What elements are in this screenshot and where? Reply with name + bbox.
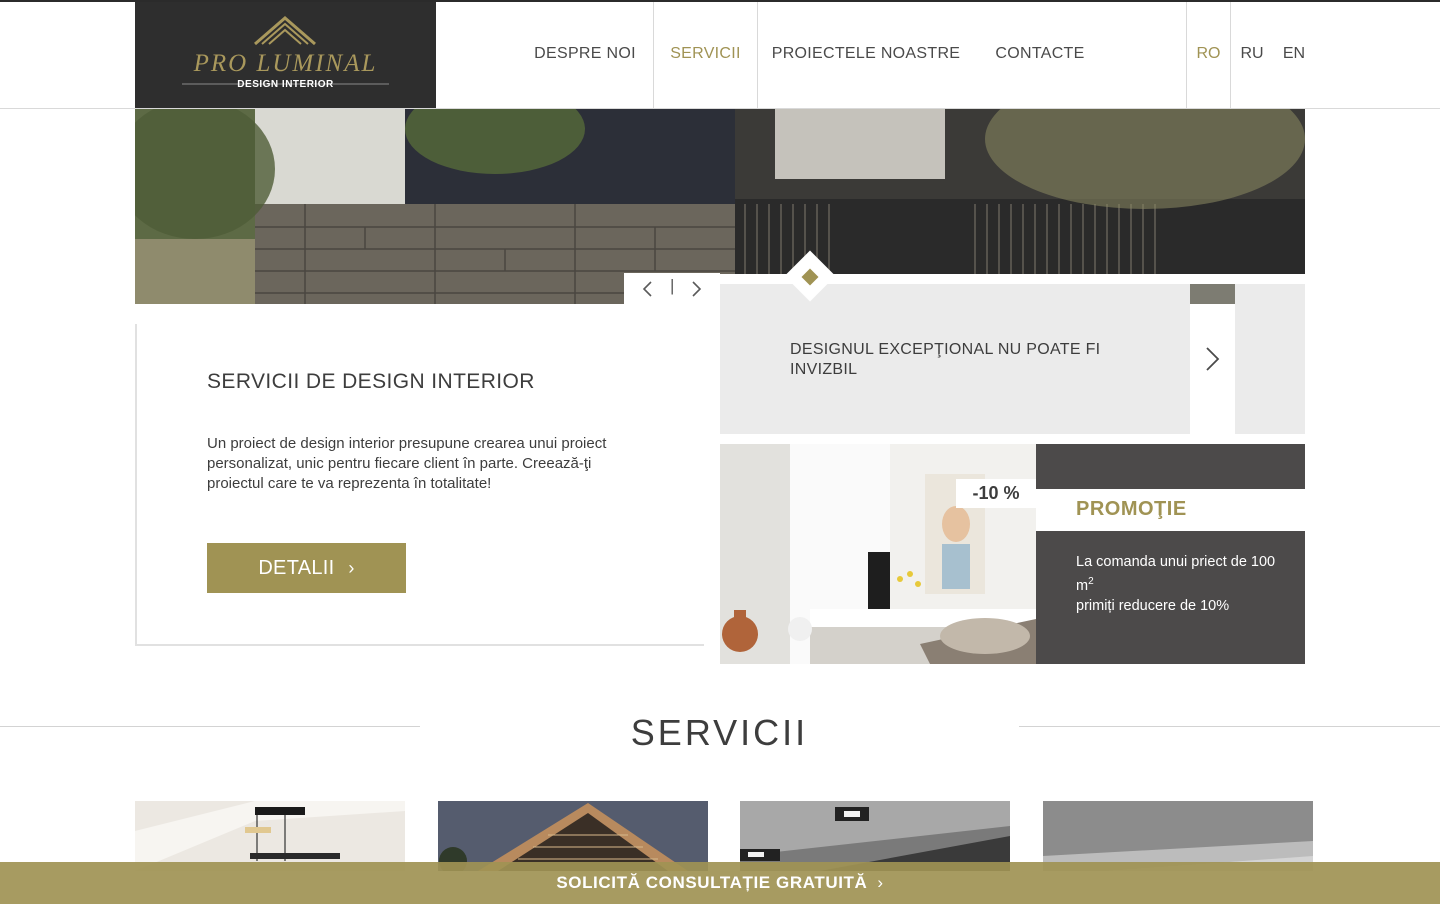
intro-text: Un proiect de design interior presupune …: [207, 435, 607, 492]
promo-line1: La comanda unui priect de 100 m: [1076, 554, 1276, 594]
quote-box: DESIGNUL EXCEPŢIONAL NU POATE FI INVIZBI…: [720, 284, 1190, 434]
section-divider-left: [0, 726, 420, 727]
slider-controls: |: [624, 273, 720, 304]
section-divider-right: [1019, 726, 1440, 727]
service-thumb-ceiling[interactable]: [740, 801, 1010, 871]
details-button-label: DETALII: [258, 557, 335, 579]
lang-ru[interactable]: RU: [1231, 2, 1273, 109]
site-header: PRO LUMINAL DESIGN INTERIOR DESPRE NOI S…: [0, 2, 1440, 109]
nav-despre-noi[interactable]: DESPRE NOI: [518, 2, 652, 109]
promo-title: PROMOŢIE: [1076, 498, 1187, 520]
service-thumb-interior[interactable]: [1043, 801, 1313, 871]
service-thumb-lighting[interactable]: [135, 801, 405, 871]
logo-subtitle: DESIGN INTERIOR: [237, 79, 334, 90]
quote-next-chevron-icon[interactable]: [1198, 342, 1228, 376]
nav-servicii[interactable]: SERVICII: [653, 2, 758, 109]
service-thumb-architecture[interactable]: [438, 801, 708, 871]
intro-title: SERVICII DE DESIGN INTERIOR: [207, 370, 535, 393]
nav-proiectele-noastre[interactable]: PROIECTELE NOASTRE: [758, 2, 974, 109]
promo-header-band: [1036, 444, 1305, 489]
chevron-right-icon: ›: [877, 873, 884, 892]
quote-text: DESIGNUL EXCEPŢIONAL NU POATE FI INVIZBI…: [790, 341, 1101, 378]
consultation-cta-bar[interactable]: SOLICITĂ CONSULTAȚIE GRATUITĂ ›: [0, 862, 1440, 904]
hero-bottom-gap: [866, 274, 1305, 284]
chevron-left-icon[interactable]: [642, 281, 654, 297]
services-section-title: SERVICII: [630, 712, 809, 753]
details-button[interactable]: DETALII ›: [207, 543, 406, 593]
promo-image: [720, 444, 1036, 664]
logo[interactable]: PRO LUMINAL DESIGN INTERIOR: [135, 2, 436, 108]
discount-badge: -10 %: [956, 479, 1036, 508]
promo-superscript: 2: [1088, 576, 1094, 587]
lang-en[interactable]: EN: [1273, 2, 1315, 109]
intro-card: SERVICII DE DESIGN INTERIOR Un proiect d…: [135, 324, 704, 646]
cta-label: SOLICITĂ CONSULTAȚIE GRATUITĂ: [556, 873, 868, 892]
chevron-right-icon: ›: [348, 558, 355, 578]
promo-text: La comanda unui priect de 100 m2 primiți …: [1076, 552, 1286, 616]
slider-divider: |: [670, 276, 675, 295]
promo-body: La comanda unui priect de 100 m2 primiți …: [1036, 531, 1305, 664]
promo-title-bar: PROMOŢIE: [1036, 489, 1305, 531]
quote-next-peek: [1235, 284, 1305, 434]
nav-contacte[interactable]: CONTACTE: [975, 2, 1105, 109]
chevron-right-icon[interactable]: [690, 281, 702, 297]
logo-title: PRO LUMINAL: [193, 50, 378, 77]
lang-ro[interactable]: RO: [1186, 2, 1231, 109]
promo-line2: primiți reducere de 10%: [1076, 597, 1230, 614]
